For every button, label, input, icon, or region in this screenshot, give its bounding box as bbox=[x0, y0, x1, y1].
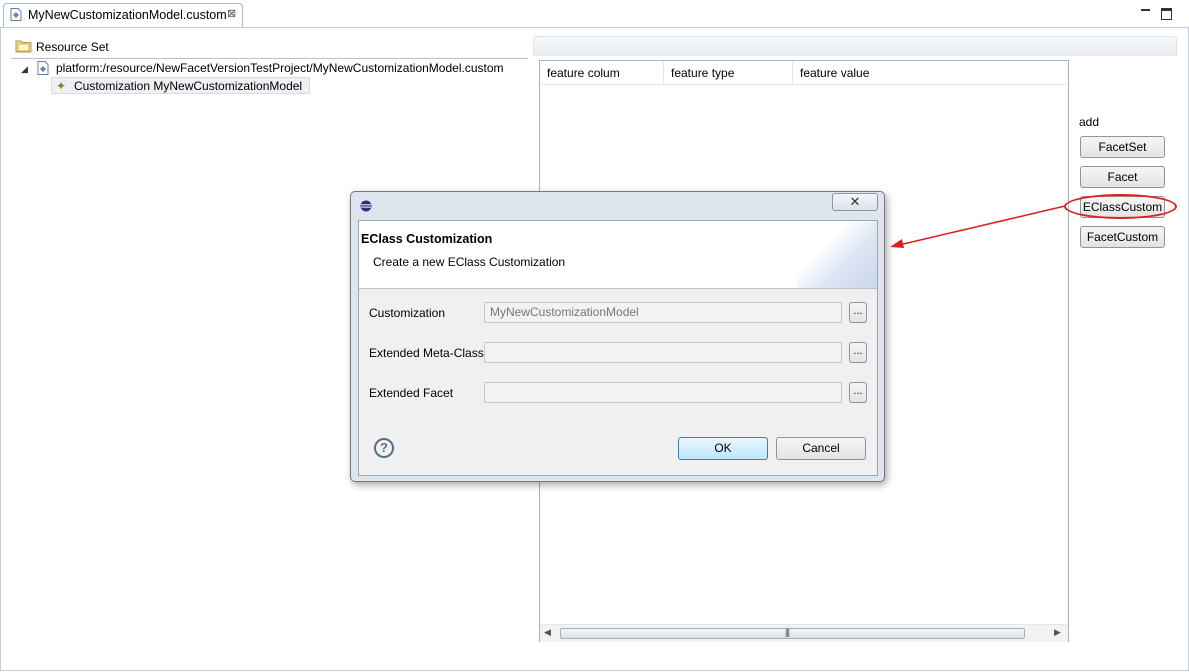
extended-facet-label: Extended Facet bbox=[369, 386, 454, 400]
facetset-button[interactable]: FacetSet bbox=[1080, 136, 1165, 158]
customization-label: Customization bbox=[369, 306, 446, 320]
dialog-close-button[interactable]: ✕ bbox=[832, 193, 878, 211]
facetcustom-button[interactable]: FacetCustom bbox=[1080, 226, 1165, 248]
customization-icon: ✦ bbox=[56, 79, 67, 93]
ok-button[interactable]: OK bbox=[678, 437, 768, 460]
annotation-arrow bbox=[890, 205, 1066, 248]
customization-field[interactable]: MyNewCustomizationModel bbox=[484, 302, 842, 323]
minimize-icon[interactable] bbox=[1141, 6, 1150, 11]
column-header-feature-type[interactable]: feature type bbox=[664, 61, 793, 85]
eclass-customization-dialog: ✕ EClass Customization Create a new ECla… bbox=[350, 191, 885, 482]
facet-button[interactable]: Facet bbox=[1080, 166, 1165, 188]
annotation-highlight-oval bbox=[1064, 194, 1177, 219]
dialog-subtitle: Create a new EClass Customization bbox=[373, 255, 566, 269]
eclipse-logo-icon bbox=[360, 200, 372, 212]
tree-item-customization[interactable]: ✦ Customization MyNewCustomizationModel bbox=[51, 77, 310, 94]
dialog-title: EClass Customization bbox=[361, 232, 493, 246]
close-icon[interactable]: ⊠ bbox=[227, 7, 236, 20]
dialog-banner: EClass Customization Create a new EClass… bbox=[359, 221, 877, 289]
editor-tab[interactable]: MyNewCustomizationModel.custom ⊠ bbox=[3, 3, 243, 27]
maximize-icon[interactable] bbox=[1161, 8, 1172, 20]
extended-facet-browse-button[interactable]: ... bbox=[849, 382, 867, 403]
tree-item-resource[interactable]: platform:/resource/NewFacetVersionTestPr… bbox=[56, 61, 504, 75]
dialog-body: EClass Customization Create a new EClass… bbox=[358, 220, 878, 476]
add-label: add bbox=[1079, 115, 1100, 129]
column-header-feature-value[interactable]: feature value bbox=[793, 61, 1068, 85]
resource-file-icon bbox=[37, 61, 49, 75]
column-header-feature-colum[interactable]: feature colum bbox=[540, 61, 664, 85]
horizontal-scrollbar[interactable]: ◀ ||| ▶ bbox=[540, 624, 1068, 642]
scroll-right-icon[interactable]: ▶ bbox=[1054, 627, 1061, 638]
extended-facet-field[interactable] bbox=[484, 382, 842, 403]
editor-tab-strip: MyNewCustomizationModel.custom ⊠ bbox=[0, 0, 1189, 28]
scroll-left-icon[interactable]: ◀ bbox=[544, 627, 551, 638]
tree-item-customization-label: Customization MyNewCustomizationModel bbox=[74, 79, 303, 93]
scrollbar-grip-icon: ||| bbox=[785, 627, 790, 637]
help-icon[interactable]: ? bbox=[374, 438, 394, 458]
folder-icon bbox=[15, 40, 32, 53]
customization-browse-button[interactable]: ... bbox=[849, 302, 867, 323]
custom-model-file-icon bbox=[10, 8, 22, 21]
banner-decoration bbox=[797, 221, 877, 288]
cancel-button[interactable]: Cancel bbox=[776, 437, 866, 460]
resource-set-label: Resource Set bbox=[36, 40, 109, 54]
scrollbar-thumb[interactable]: ||| bbox=[560, 627, 1025, 639]
editor-tab-title: MyNewCustomizationModel.custom bbox=[28, 8, 227, 22]
tree-header: Resource Set bbox=[11, 36, 528, 59]
expand-arrow-icon[interactable]: ◢ bbox=[21, 64, 28, 75]
extended-meta-class-browse-button[interactable]: ... bbox=[849, 342, 867, 363]
extended-meta-class-field[interactable] bbox=[484, 342, 842, 363]
extended-meta-class-label: Extended Meta-Class bbox=[369, 346, 484, 360]
properties-header-band bbox=[533, 36, 1177, 56]
